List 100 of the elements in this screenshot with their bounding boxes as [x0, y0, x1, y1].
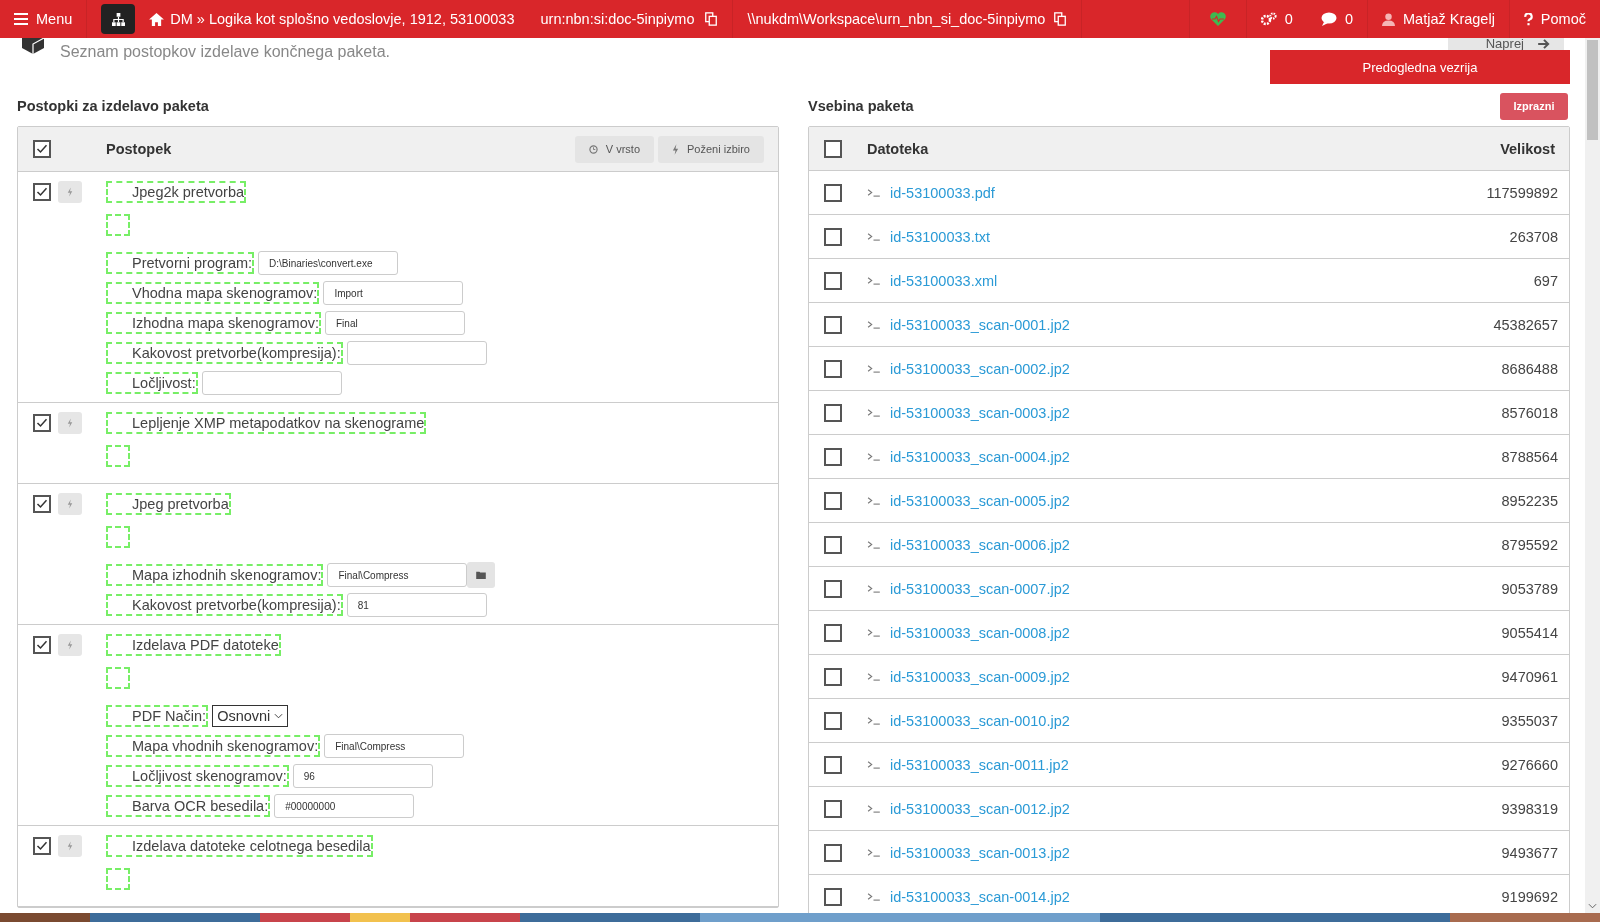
bolt-icon: [67, 418, 73, 428]
checkbox[interactable]: [824, 799, 842, 818]
terminal-icon: [867, 672, 880, 681]
file-link[interactable]: id-53100033.pdf: [890, 184, 995, 201]
file-size: 8686488: [1501, 360, 1558, 377]
checkbox[interactable]: [33, 495, 51, 513]
file-link[interactable]: id-53100033.xml: [890, 272, 998, 289]
mode-dropdown[interactable]: Osnovni: [212, 705, 289, 727]
checkbox[interactable]: [824, 227, 842, 246]
menu-button[interactable]: Menu: [0, 0, 87, 38]
checkbox[interactable]: [824, 447, 842, 466]
help-button[interactable]: Pomoč: [1509, 0, 1600, 38]
messages-button[interactable]: 0: [1306, 0, 1367, 38]
next-button[interactable]: Naprej: [1447, 38, 1564, 50]
breadcrumb[interactable]: DM » Logika kot splošno vedoslovje, 1912, 53100033: [170, 11, 515, 27]
file-link[interactable]: id-53100033_scan-0010.jp2: [890, 712, 1070, 729]
parameter-label: Izhodna mapa skenogramov:: [106, 312, 321, 334]
page-subtitle: Seznam postopkov izdelave končnega paketa.: [60, 43, 390, 61]
checkbox[interactable]: [824, 711, 842, 730]
file-link[interactable]: id-53100033_scan-0007.jp2: [890, 580, 1070, 597]
terminal-icon: [867, 540, 880, 549]
checkbox[interactable]: [824, 623, 842, 642]
procedure-title: Jpeg pretvorba: [106, 493, 231, 515]
file-link[interactable]: id-53100033_scan-0011.jp2: [890, 756, 1069, 773]
clear-button[interactable]: Izprazni: [1500, 92, 1568, 120]
check-icon: [36, 417, 48, 429]
file-size: 9470961: [1501, 668, 1558, 685]
run-selection-button[interactable]: Poženi izbiro: [658, 135, 764, 163]
checkbox[interactable]: [824, 579, 842, 598]
procedure-title: Izdelava PDF datoteke: [106, 634, 281, 656]
checkbox[interactable]: [824, 359, 842, 378]
input-field[interactable]: [346, 341, 487, 365]
parameter-label: Ločljivost:: [106, 372, 198, 394]
file-link[interactable]: id-53100033_scan-0001.jp2: [890, 316, 1070, 333]
file-link[interactable]: id-53100033_scan-0002.jp2: [890, 360, 1070, 377]
checkbox[interactable]: [33, 414, 51, 432]
input-field[interactable]: Final: [325, 311, 465, 335]
input-field[interactable]: Import: [323, 281, 464, 305]
file-link[interactable]: id-53100033_scan-0012.jp2: [890, 800, 1070, 817]
checkbox[interactable]: [33, 183, 51, 201]
column-header: Postopek: [106, 141, 172, 157]
copy-icon[interactable]: [704, 12, 719, 26]
checkbox[interactable]: [824, 491, 842, 510]
preview-button[interactable]: Predogledna vezrija: [1270, 50, 1570, 84]
input-field[interactable]: 81: [346, 593, 487, 617]
file-link[interactable]: id-53100033_scan-0009.jp2: [890, 668, 1070, 685]
column-header: Datoteka: [867, 140, 929, 157]
file-size: 45382657: [1493, 316, 1558, 333]
terminal-icon: [867, 232, 880, 241]
checkbox[interactable]: [33, 636, 51, 654]
checkbox[interactable]: [824, 887, 842, 906]
empty-placeholder: [106, 526, 130, 548]
checkbox[interactable]: [824, 403, 842, 422]
copy-icon[interactable]: [1053, 12, 1068, 26]
terminal-icon: [867, 276, 880, 285]
scrollbar-thumb[interactable]: [1587, 40, 1598, 140]
parameter-label: Ločljivost skenogramov:: [106, 765, 289, 787]
scrollbar[interactable]: [1585, 38, 1600, 913]
gears-icon: [1260, 12, 1277, 26]
checkbox[interactable]: [33, 140, 51, 158]
checkbox[interactable]: [824, 183, 842, 202]
input-field[interactable]: [201, 371, 342, 395]
file-link[interactable]: id-53100033_scan-0006.jp2: [890, 536, 1070, 553]
parameter-label: Kakovost pretvorbe(kompresija):: [106, 342, 343, 364]
input-field[interactable]: Final\Compress: [324, 734, 465, 758]
input-field[interactable]: Final\Compress: [327, 563, 468, 587]
file-size: 117599892: [1486, 184, 1558, 201]
checkbox[interactable]: [33, 837, 51, 855]
home-icon[interactable]: [149, 12, 165, 26]
input-field[interactable]: 96: [292, 764, 433, 788]
file-size: 9199692: [1501, 888, 1558, 905]
sitemap-icon: [110, 12, 126, 26]
checkbox[interactable]: [824, 755, 842, 774]
checkbox[interactable]: [824, 535, 842, 554]
file-link[interactable]: id-53100033_scan-0005.jp2: [890, 492, 1070, 509]
input-field[interactable]: #00000000: [274, 794, 415, 818]
menu-icon: [14, 13, 28, 25]
checkbox[interactable]: [824, 271, 842, 290]
sitemap-button[interactable]: [101, 4, 136, 34]
file-link[interactable]: id-53100033_scan-0003.jp2: [890, 404, 1070, 421]
file-link[interactable]: id-53100033_scan-0008.jp2: [890, 624, 1070, 641]
jobs-button[interactable]: 0: [1246, 0, 1307, 38]
input-field[interactable]: D:\Binaries\convert.exe: [258, 251, 399, 275]
file-link[interactable]: id-53100033.txt: [890, 228, 990, 245]
checkbox[interactable]: [824, 139, 842, 158]
file-link[interactable]: id-53100033_scan-0013.jp2: [890, 844, 1070, 861]
checkbox[interactable]: [824, 667, 842, 686]
checkbox[interactable]: [824, 843, 842, 862]
caret-icon[interactable]: [1588, 903, 1597, 909]
check-icon: [36, 186, 48, 198]
file-link[interactable]: id-53100033_scan-0004.jp2: [890, 448, 1070, 465]
section-title: Postopki za izdelavo paketa: [17, 98, 209, 114]
file-link[interactable]: id-53100033_scan-0014.jp2: [890, 888, 1070, 905]
checkbox[interactable]: [824, 315, 842, 334]
queue-button[interactable]: V vrsto: [574, 135, 654, 163]
check-icon: [36, 639, 48, 651]
arrow-right-icon: [1538, 39, 1550, 49]
browse-button[interactable]: [467, 562, 496, 588]
user-button[interactable]: Matjaž Kragelj: [1368, 0, 1509, 38]
bolt-icon: [67, 640, 73, 650]
